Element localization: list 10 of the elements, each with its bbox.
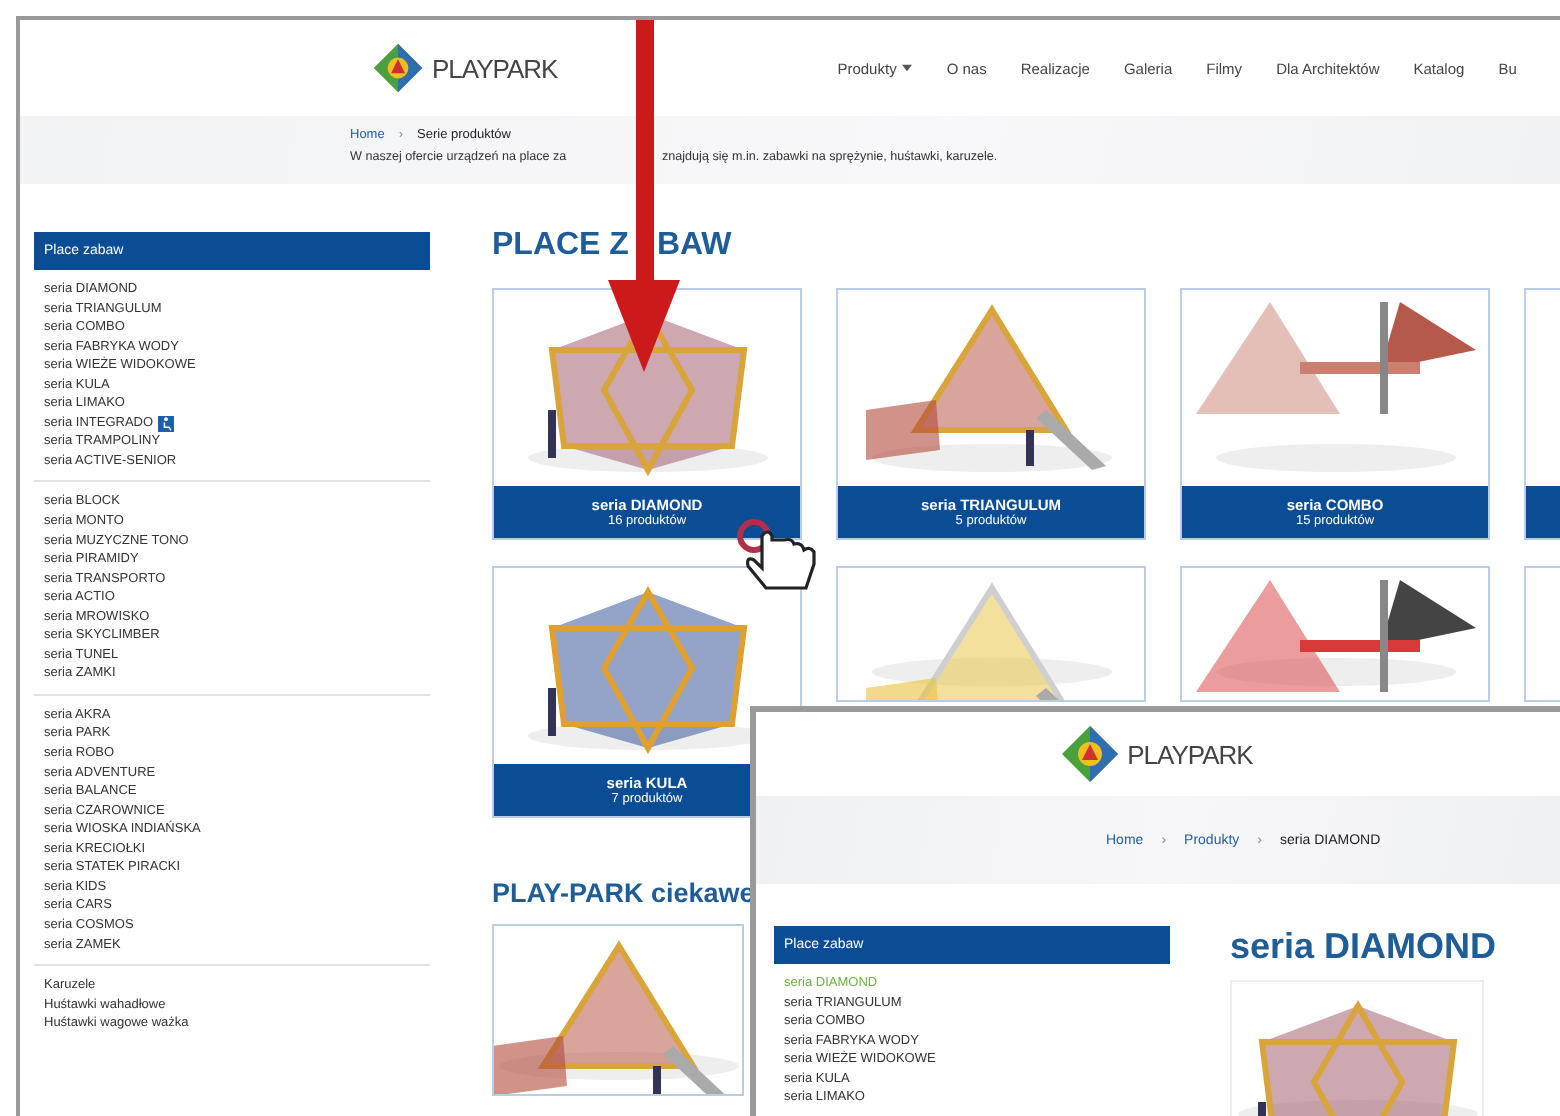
product-title: seria DIAMOND xyxy=(1230,926,1497,968)
logo-text[interactable]: PLAYPARK xyxy=(432,53,558,83)
section-title: PLAY-PARK ciekawe xyxy=(492,878,757,908)
logo-icon xyxy=(1059,724,1120,784)
section-title: BAW xyxy=(656,228,732,264)
logo-text[interactable]: PLAYPARK xyxy=(1127,739,1253,769)
section-title: PLACE Z xyxy=(492,228,629,264)
wheelchair-icon xyxy=(157,415,174,432)
logo-icon xyxy=(372,42,424,94)
caret-icon xyxy=(902,64,913,72)
